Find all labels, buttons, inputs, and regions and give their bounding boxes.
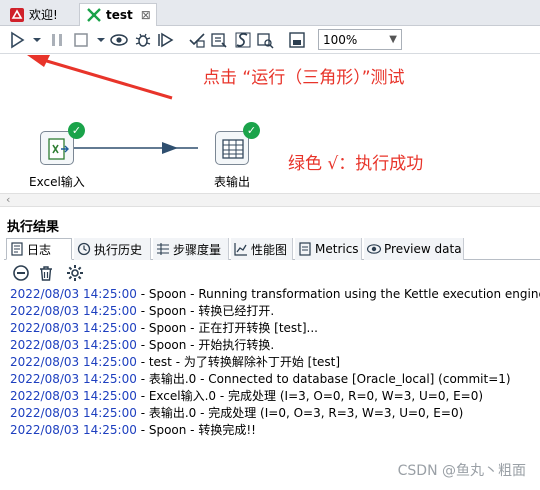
tab-test-label: test: [106, 8, 133, 22]
pause-icon[interactable]: [48, 31, 66, 49]
excel-input-icon: [48, 138, 69, 160]
editor-tab-strip: 欢迎! test ⊠: [0, 0, 540, 26]
zoom-select[interactable]: 100% ▼: [318, 29, 402, 50]
log-line: 2022/08/03 14:25:00 - Excel输入.0 - 完成处理 (…: [10, 388, 538, 405]
verify-icon[interactable]: [188, 31, 206, 49]
log-message: - 表输出.0 - 完成处理 (I=0, O=3, R=3, W=3, U=0,…: [136, 406, 464, 420]
preview-data-icon: [366, 242, 382, 256]
tab-welcome[interactable]: 欢迎!: [3, 3, 77, 26]
log-timestamp: 2022/08/03 14:25:00: [10, 389, 137, 403]
step-success-icon: ✓: [243, 122, 260, 139]
step-table-output[interactable]: [215, 131, 249, 165]
tab-welcome-label: 欢迎!: [29, 8, 58, 22]
close-tab-icon[interactable]: ⊠: [141, 8, 151, 22]
transformation-icon: [86, 7, 102, 23]
performance-icon: [234, 242, 248, 256]
log-message: - test - 为了转换解除补丁开始 [test]: [136, 355, 341, 369]
log-timestamp: 2022/08/03 14:25:00: [10, 406, 137, 420]
log-message: - Spoon - Running transformation using t…: [136, 287, 540, 301]
analyze-impact-icon[interactable]: [210, 31, 228, 49]
log-timestamp: 2022/08/03 14:25:00: [10, 372, 137, 386]
transformation-canvas[interactable]: 点击 “运行（三角形）”测试 绿色 √：执行成功 ✓ Excel输入 ✓ 表输出: [0, 55, 540, 193]
log-message: - Spoon - 正在打开转换 [test]...: [136, 321, 318, 335]
step-label: 表输出: [214, 175, 251, 189]
tab-log-label: 日志: [27, 242, 52, 257]
tab-history[interactable]: 执行历史: [74, 238, 151, 260]
tab-performance[interactable]: 性能图: [231, 238, 293, 260]
log-line: 2022/08/03 14:25:00 - test - 为了转换解除补丁开始 …: [10, 354, 538, 371]
canvas-horizontal-scrollbar[interactable]: ‹: [0, 193, 540, 207]
preview-icon[interactable]: [110, 31, 128, 49]
log-timestamp: 2022/08/03 14:25:00: [10, 355, 137, 369]
table-output-icon: [222, 139, 244, 159]
tab-step-metrics[interactable]: 步骤度量: [153, 238, 229, 260]
log-settings-icon[interactable]: [66, 264, 84, 282]
metrics-icon: [298, 242, 312, 256]
watermark: CSDN @鱼丸丶粗面: [397, 463, 526, 479]
chevron-down-icon: ▼: [389, 34, 397, 45]
step-excel-input[interactable]: [40, 131, 74, 165]
log-message: - Excel输入.0 - 完成处理 (I=3, O=0, R=0, W=3, …: [136, 389, 484, 403]
tab-log[interactable]: 日志: [6, 238, 72, 260]
log-message: - Spoon - 转换完成!!: [136, 423, 256, 437]
tab-performance-label: 性能图: [251, 242, 288, 257]
log-timestamp: 2022/08/03 14:25:00: [10, 287, 137, 301]
log-output: 2022/08/03 14:25:00 - Spoon - Running tr…: [10, 286, 540, 439]
replay-icon[interactable]: [157, 31, 175, 49]
history-icon: [77, 242, 91, 256]
transformation-toolbar: 100% ▼: [0, 26, 540, 54]
step-success-icon: ✓: [68, 122, 85, 139]
tab-step-metrics-label: 步骤度量: [173, 242, 222, 257]
tab-history-label: 执行历史: [94, 242, 143, 257]
results-title: 执行结果: [7, 220, 60, 235]
stop-dropdown-icon[interactable]: [92, 31, 105, 49]
step-metrics-icon: [156, 242, 170, 256]
scroll-left-icon[interactable]: ‹: [6, 193, 10, 206]
stop-icon[interactable]: [72, 31, 90, 49]
clear-log-icon[interactable]: [37, 264, 55, 282]
log-message: - Spoon - 转换已经打开.: [136, 304, 275, 318]
show-results-icon[interactable]: [288, 31, 306, 49]
log-line: 2022/08/03 14:25:00 - Spoon - 正在打开转换 [te…: [10, 320, 538, 337]
results-tab-strip: 日志 执行历史 步骤度量 性能图 Metrics Preview data: [4, 238, 540, 260]
log-message: - 表输出.0 - Connected to database [Oracle_…: [136, 372, 511, 386]
sql-icon[interactable]: [234, 31, 252, 49]
log-timestamp: 2022/08/03 14:25:00: [10, 338, 137, 352]
tab-metrics-label: Metrics: [315, 242, 359, 256]
log-icon: [10, 242, 24, 256]
log-timestamp: 2022/08/03 14:25:00: [10, 304, 137, 318]
log-line: 2022/08/03 14:25:00 - Spoon - 转换完成!!: [10, 422, 538, 439]
zoom-value: 100%: [323, 32, 358, 47]
stop-log-icon[interactable]: [12, 264, 30, 282]
log-timestamp: 2022/08/03 14:25:00: [10, 321, 137, 335]
explore-db-icon[interactable]: [256, 31, 274, 49]
run-icon[interactable]: [8, 31, 26, 49]
log-timestamp: 2022/08/03 14:25:00: [10, 423, 137, 437]
tab-test[interactable]: test ⊠: [79, 3, 157, 26]
log-line: 2022/08/03 14:25:00 - 表输出.0 - Connected …: [10, 371, 538, 388]
step-label: Excel输入: [29, 175, 85, 189]
log-message: - Spoon - 开始执行转换.: [136, 338, 275, 352]
tab-preview-data[interactable]: Preview data: [364, 238, 464, 260]
log-line: 2022/08/03 14:25:00 - Spoon - Running tr…: [10, 286, 540, 303]
run-dropdown-icon[interactable]: [28, 31, 41, 49]
debug-icon[interactable]: [134, 31, 152, 49]
tab-metrics[interactable]: Metrics: [295, 238, 362, 260]
tab-preview-data-label: Preview data: [384, 242, 462, 256]
welcome-icon: [9, 7, 25, 23]
log-line: 2022/08/03 14:25:00 - Spoon - 开始执行转换.: [10, 337, 538, 354]
log-line: 2022/08/03 14:25:00 - 表输出.0 - 完成处理 (I=0,…: [10, 405, 538, 422]
log-line: 2022/08/03 14:25:00 - Spoon - 转换已经打开.: [10, 303, 538, 320]
